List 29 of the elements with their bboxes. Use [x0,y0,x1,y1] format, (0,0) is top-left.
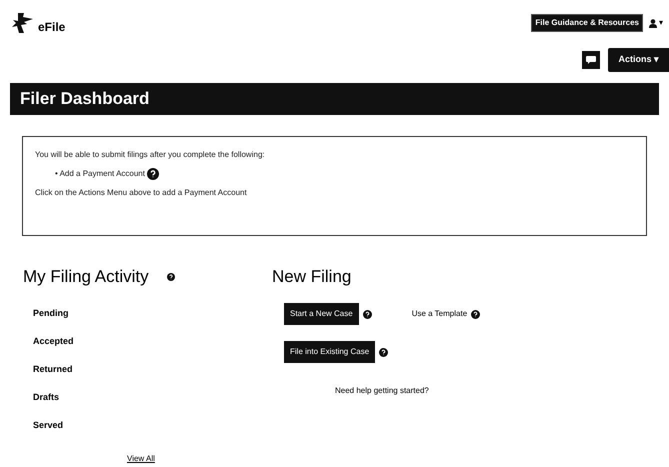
view-all-link[interactable]: View All [127,454,155,462]
notice-text: You will be able to submit filings after you complete the following: [35,149,266,161]
activity-link[interactable]: Returned [33,362,272,374]
chat-icon [586,56,596,64]
logo-text: eFile [38,21,66,33]
help-icon[interactable] [471,310,480,318]
user-icon[interactable] [649,18,657,28]
activity-link[interactable]: Drafts [33,390,272,402]
help-link[interactable]: Need help getting started? [335,386,429,395]
help-icon[interactable] [166,272,175,281]
dashboard-title-bar: Filer Dashboard [10,83,659,115]
actions-button[interactable]: Actions ▾ [608,48,669,72]
user-menu-caret[interactable]: ▾ [659,17,663,29]
header-badge[interactable]: File Guidance & Resources [531,14,643,32]
help-icon[interactable] [379,348,388,356]
notice-list-item: • Add a Payment Account [55,168,145,180]
activity-link[interactable]: Accepted [33,334,272,346]
existing-case-button[interactable]: File into Existing Case [284,341,376,363]
template-link[interactable]: Use a Template [412,308,468,320]
activity-link[interactable]: Served [33,418,272,430]
logo-icon [12,13,34,33]
activity-link[interactable]: Pending [33,306,272,318]
start-case-button[interactable]: Start a New Case [284,303,359,325]
help-icon[interactable] [146,168,159,180]
section-heading: New Filing [272,267,352,286]
section-heading: My Filing Activity [23,266,149,288]
notice-text: Click on the Actions Menu above to add a Payment Account [35,187,248,199]
chat-button[interactable] [582,51,600,69]
help-icon[interactable] [362,310,372,318]
